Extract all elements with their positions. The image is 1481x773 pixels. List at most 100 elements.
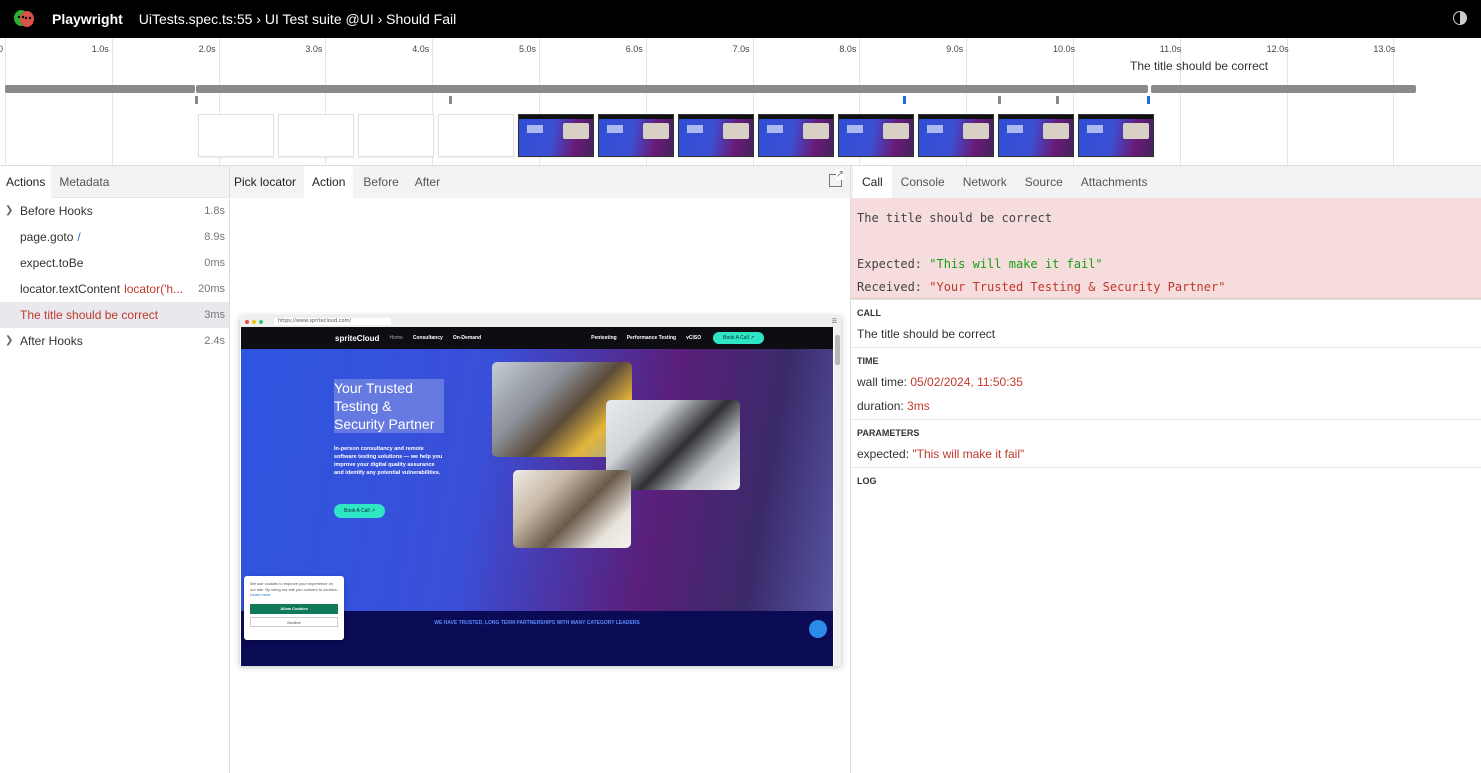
hero-book-call-button: Book A Call ↗ xyxy=(334,504,386,518)
tab-after[interactable]: After xyxy=(407,166,448,198)
error-title: The title should be correct xyxy=(857,211,1053,225)
site-nav-performance: Performance Testing xyxy=(626,335,677,341)
action-expect-tobe[interactable]: expect.toBe 0ms xyxy=(0,250,229,276)
timeline-tick-label: 4.0s xyxy=(412,44,430,54)
tab-before[interactable]: Before xyxy=(353,166,406,198)
timeline-tooltip: The title should be correct xyxy=(1130,59,1269,73)
filmstrip-frame[interactable] xyxy=(598,114,674,157)
parameters-section-header: PARAMETERS xyxy=(851,419,1481,443)
action-name: Before Hooks xyxy=(20,204,93,218)
timeline-marker xyxy=(998,96,1001,104)
open-external-icon[interactable] xyxy=(829,169,844,187)
log-section-header: LOG xyxy=(851,467,1481,491)
action-duration: 20ms xyxy=(198,283,225,295)
cookie-banner: We use cookies to improve your experienc… xyxy=(244,576,344,640)
actions-list: ❯ Before Hooks 1.8s page.goto / 8.9s exp… xyxy=(0,198,229,354)
call-section-header: CALL xyxy=(851,299,1481,323)
site-nav: spriteCloud Home Consultancy On-Demand P… xyxy=(241,327,833,349)
hero-text: In-person consultancy and remote softwar… xyxy=(334,446,443,476)
snapshot-browser-bar: https://www.spritecloud.com/ ☰ xyxy=(240,316,841,327)
filmstrip-frame[interactable] xyxy=(198,114,274,157)
site-nav-vciso: vCISO xyxy=(686,335,702,341)
tab-call[interactable]: Call xyxy=(853,166,892,198)
parameter-expected: expected: "This will make it fail" xyxy=(857,447,1025,461)
filmstrip-frame[interactable] xyxy=(278,114,354,157)
left-tabbar: Actions Metadata xyxy=(0,165,229,198)
timeline-tick xyxy=(111,38,113,166)
tab-action[interactable]: Action xyxy=(304,166,354,198)
filmstrip-frame[interactable] xyxy=(518,114,594,157)
action-duration: 1.8s xyxy=(204,205,225,217)
timeline-tick-label: 13.0s xyxy=(1373,44,1396,54)
action-name: locator.textContent xyxy=(20,282,121,296)
action-name: The title should be correct xyxy=(20,308,159,322)
tab-attachments[interactable]: Attachments xyxy=(1072,166,1157,198)
timeline-marker xyxy=(903,96,906,104)
app-header: Playwright UiTests.spec.ts:55 › UI Test … xyxy=(0,0,1481,38)
time-section-header: TIME xyxy=(851,347,1481,371)
action-after-hooks[interactable]: ❯ After Hooks 2.4s xyxy=(0,328,229,354)
window-max-dot xyxy=(259,319,263,324)
app-brand: Playwright xyxy=(52,11,123,27)
filmstrip-frame[interactable] xyxy=(438,114,514,157)
timeline-bar-before-hooks[interactable] xyxy=(5,85,195,93)
timeline-tick-label: 8.0s xyxy=(839,44,857,54)
action-before-hooks[interactable]: ❯ Before Hooks 1.8s xyxy=(0,198,229,224)
timeline-tick-label: 12.0s xyxy=(1266,44,1289,54)
site-logo: spriteCloud xyxy=(335,333,380,343)
filmstrip-frame[interactable] xyxy=(358,114,434,157)
filmstrip-frame[interactable] xyxy=(678,114,754,157)
snapshot-frame[interactable]: https://www.spritecloud.com/ ☰ spriteClo… xyxy=(240,316,841,666)
tab-metadata[interactable]: Metadata xyxy=(51,166,115,198)
filmstrip-frame[interactable] xyxy=(918,114,994,157)
action-duration: 3ms xyxy=(204,309,225,321)
details-panel: Call Console Network Source Attachments … xyxy=(851,166,1481,773)
action-locator-textcontent[interactable]: locator.textContent locator('h... 20ms xyxy=(0,276,229,302)
timeline-tick xyxy=(1286,38,1288,166)
theme-toggle-icon[interactable] xyxy=(1453,11,1467,25)
timeline-bar-page-goto[interactable] xyxy=(196,85,1148,93)
cookie-decline-button: Decline xyxy=(250,616,338,627)
timeline[interactable]: 0 1.0s 2.0s 3.0s 4.0s 5.0s 6.0s 7.0s 8.0s 9.0s 10.… xyxy=(0,38,1481,166)
hero-title: Your Trusted Testing & Security Partner xyxy=(334,379,444,433)
filmstrip-frame[interactable] xyxy=(758,114,834,157)
filmstrip-frame[interactable] xyxy=(1078,114,1154,157)
action-title-assert[interactable]: The title should be correct 3ms xyxy=(0,302,229,328)
hero-photo xyxy=(513,470,631,548)
timeline-bar-after-hooks[interactable] xyxy=(1151,85,1416,93)
tab-source[interactable]: Source xyxy=(1016,166,1072,198)
timeline-tick-label: 10.0s xyxy=(1053,44,1076,54)
timeline-marker xyxy=(1147,96,1150,104)
site-nav-pentesting: Pentesting xyxy=(591,335,617,341)
chat-icon xyxy=(809,620,827,638)
snapshot-panel: Pick locator Action Before After https:/… xyxy=(230,166,851,773)
tab-actions[interactable]: Actions xyxy=(0,165,52,198)
window-close-dot xyxy=(245,319,249,324)
action-page-goto[interactable]: page.goto / 8.9s xyxy=(0,224,229,250)
cookie-learn-more: Learn more xyxy=(250,592,271,597)
tab-network[interactable]: Network xyxy=(954,166,1016,198)
action-name: expect.toBe xyxy=(20,256,84,270)
chevron-right-icon[interactable]: ❯ xyxy=(5,335,13,346)
cookie-text: We use cookies to improve your experienc… xyxy=(250,581,338,597)
wall-time: wall time: 05/02/2024, 11:50:35 xyxy=(857,375,1023,389)
tab-console[interactable]: Console xyxy=(892,166,954,198)
chevron-right-icon[interactable]: ❯ xyxy=(5,205,13,216)
timeline-tick-label: 9.0s xyxy=(946,44,964,54)
pick-locator-button[interactable]: Pick locator xyxy=(230,166,304,198)
snapshot-scrollbar[interactable] xyxy=(834,327,841,666)
error-expected: Expected: "This will make it fail" xyxy=(857,257,1103,271)
playwright-logo-icon xyxy=(14,10,34,27)
action-arg: locator('h... xyxy=(124,282,184,296)
cookie-allow-button: Allow Cookies xyxy=(250,603,338,614)
site-book-call-button: Book A Call ↗ xyxy=(713,332,765,344)
action-name: page.goto xyxy=(20,230,74,244)
filmstrip-frame[interactable] xyxy=(998,114,1074,157)
timeline-tick-label: 5.0s xyxy=(519,44,537,54)
site-nav-consultancy: Consultancy xyxy=(412,335,443,341)
timeline-tick-label: 0 xyxy=(0,44,4,54)
filmstrip-frame[interactable] xyxy=(838,114,914,157)
action-arg: / xyxy=(77,230,81,244)
site-nav-home: Home xyxy=(389,335,403,341)
error-message: The title should be correct Expected: "T… xyxy=(851,198,1481,299)
